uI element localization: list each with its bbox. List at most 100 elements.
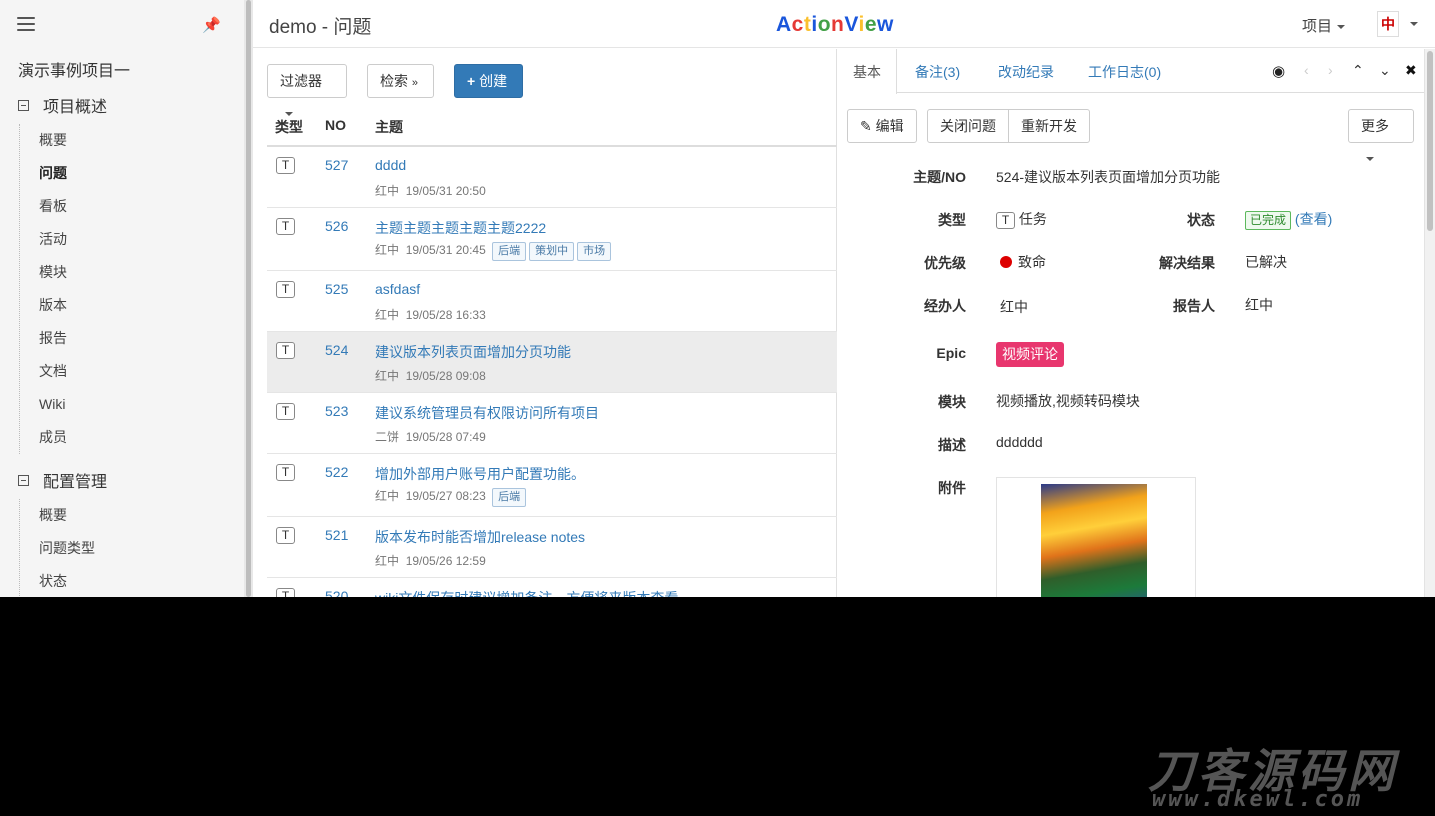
label-tag[interactable]: 后端 (492, 488, 527, 507)
attachment-thumbnail[interactable] (996, 477, 1196, 597)
caret-down-icon (285, 112, 293, 117)
create-button[interactable]: + 创建 (454, 64, 523, 98)
label-tag[interactable]: 市场 (577, 242, 612, 261)
issue-no[interactable]: 527 (325, 157, 348, 173)
sidebar-item-wiki[interactable]: Wiki (20, 388, 220, 421)
project-menu[interactable]: 项目 (1302, 15, 1346, 36)
sidebar-item-members[interactable]: 成员 (20, 421, 220, 454)
value-status: 已完成 (查看) (1245, 209, 1332, 230)
filter-button[interactable]: 过滤器 (267, 64, 347, 117)
col-header-type[interactable]: 类型 (275, 117, 303, 137)
edit-button[interactable]: ✎ 编辑 (847, 109, 917, 143)
tab-worklog[interactable]: 工作日志(0) (1088, 62, 1161, 82)
value-description[interactable]: dddddd (996, 434, 1043, 450)
issue-detail-panel: 基本 备注(3) 改动纪录 工作日志(0) ◉ ‹ › ⌃ ⌄ ✖ ✎ 编辑 关… (838, 49, 1424, 597)
sidebar-item-modules[interactable]: 模块 (20, 256, 220, 289)
sidebar-item-board[interactable]: 看板 (20, 190, 220, 223)
close-icon[interactable]: ✖ (1405, 62, 1417, 79)
chevron-down-icon[interactable]: ⌄ (1379, 62, 1391, 79)
issue-no[interactable]: 521 (325, 527, 348, 543)
sidebar-item-issue-types[interactable]: 问题类型 (20, 532, 220, 565)
issue-no[interactable]: 520 (325, 588, 348, 597)
collapse-icon[interactable] (18, 100, 29, 111)
status-badge: 已完成 (1245, 211, 1292, 230)
tab-notes[interactable]: 备注(3) (915, 62, 960, 82)
menu-icon[interactable] (17, 17, 35, 31)
sidebar-item-config-summary[interactable]: 概要 (20, 499, 220, 532)
avatar[interactable]: 中 (1377, 11, 1399, 37)
issue-meta: 红中 19/05/31 20:50 (375, 184, 486, 198)
sidebar-item-reports[interactable]: 报告 (20, 322, 220, 355)
table-row-selected[interactable]: T 524 建议版本列表页面增加分页功能 红中 19/05/28 09:08 (267, 332, 837, 393)
plus-icon: + (467, 73, 476, 89)
table-row[interactable]: T 527 dddd 红中 19/05/31 20:50 (267, 147, 837, 208)
value-module: 视频播放,视频转码模块 (996, 393, 1140, 409)
project-name[interactable]: 演示事例项目一 (18, 57, 130, 81)
search-button[interactable]: 检索 » (367, 64, 434, 98)
close-issue-button[interactable]: 关闭问题 (927, 109, 1009, 143)
issue-title[interactable]: dddd (375, 157, 406, 173)
issue-title[interactable]: 增加外部用户账号用户配置功能。 (375, 464, 585, 484)
view-status-link[interactable]: (查看) (1295, 211, 1332, 227)
table-row[interactable]: T 521 版本发布时能否增加release notes 红中 19/05/26… (267, 517, 837, 578)
label-epic: Epic (936, 345, 966, 361)
epic-badge: 视频评论 (996, 342, 1064, 367)
caret-down-icon (1366, 157, 1374, 162)
col-header-no[interactable]: NO (325, 117, 346, 133)
issue-title[interactable]: wiki文件保存时建议增加备注，方便将来版本查看 (375, 588, 678, 597)
label-tag[interactable]: 策划中 (529, 242, 575, 261)
sidebar-item-documents[interactable]: 文档 (20, 355, 220, 388)
caret-down-icon[interactable] (1410, 22, 1418, 26)
reopen-button[interactable]: 重新开发 (1008, 109, 1090, 143)
sidebar-scrollbar[interactable] (244, 0, 253, 597)
sidebar-item-issues[interactable]: 问题 (20, 157, 220, 190)
issue-title[interactable]: 主题主题主题主题主题2222 (375, 218, 546, 238)
col-header-title[interactable]: 主题 (375, 117, 403, 137)
issue-no[interactable]: 522 (325, 464, 348, 480)
pencil-icon: ✎ (860, 118, 872, 134)
sidebar-item-activity[interactable]: 活动 (20, 223, 220, 256)
collapse-icon[interactable] (18, 475, 29, 486)
chevron-up-icon[interactable]: ⌃ (1352, 62, 1364, 79)
section-config-header[interactable]: 配置管理 (18, 468, 107, 492)
section-overview-header[interactable]: 项目概述 (18, 93, 107, 117)
table-row[interactable]: T 526 主题主题主题主题主题2222 红中 19/05/31 20:45 后… (267, 208, 837, 271)
sidebar-item-states[interactable]: 状态 (20, 565, 220, 597)
issue-list-panel: 过滤器 检索 » + 创建 类型 NO 主题 T 527 dddd 红中 19/… (253, 49, 837, 597)
label-tag[interactable]: 后端 (492, 242, 527, 261)
issue-title[interactable]: 建议版本列表页面增加分页功能 (375, 342, 571, 362)
detail-tabs: 基本 备注(3) 改动纪录 工作日志(0) ◉ ‹ › ⌃ ⌄ ✖ (838, 49, 1424, 94)
table-row[interactable]: T 525 asfdasf 红中 19/05/28 16:33 (267, 271, 837, 332)
task-type-icon: T (276, 157, 295, 174)
issue-no[interactable]: 524 (325, 342, 348, 358)
chevron-left-icon[interactable]: ‹ (1304, 62, 1309, 78)
chevron-right-icon[interactable]: › (1328, 62, 1333, 78)
tab-changes[interactable]: 改动纪录 (998, 62, 1054, 82)
issue-no[interactable]: 526 (325, 218, 348, 234)
detail-scrollbar[interactable] (1424, 49, 1435, 597)
task-type-icon: T (276, 218, 295, 235)
label-status: 状态 (1187, 212, 1215, 228)
issue-title[interactable]: 版本发布时能否增加release notes (375, 527, 585, 547)
table-row[interactable]: T 523 建议系统管理员有权限访问所有项目 二饼 19/05/28 07:49 (267, 393, 837, 454)
pin-icon[interactable]: 📌 (202, 16, 221, 34)
issue-meta: 红中 19/05/26 12:59 (375, 554, 486, 568)
value-assignee[interactable]: 红中 (1000, 297, 1028, 317)
app-logo[interactable]: ActionView (776, 13, 894, 37)
value-type: T 任务 (996, 209, 1047, 229)
tab-basic[interactable]: 基本 (853, 62, 881, 82)
watermark-url: www.dkewl.com (1152, 787, 1364, 812)
table-row[interactable]: T 522 增加外部用户账号用户配置功能。 红中 19/05/27 08:23 … (267, 454, 837, 517)
value-epic: 视频评论 (996, 342, 1064, 367)
issue-title[interactable]: asfdasf (375, 281, 420, 297)
eye-icon[interactable]: ◉ (1272, 62, 1285, 80)
caret-down-icon (1337, 25, 1346, 30)
table-row[interactable]: T 520 wiki文件保存时建议增加备注，方便将来版本查看 (267, 578, 837, 597)
sidebar-item-versions[interactable]: 版本 (20, 289, 220, 322)
issue-title[interactable]: 建议系统管理员有权限访问所有项目 (375, 403, 599, 423)
sidebar-item-summary[interactable]: 概要 (20, 124, 220, 157)
sidebar: 📌 演示事例项目一 项目概述 概要 问题 看板 活动 模块 版本 报告 文档 W… (0, 0, 244, 597)
issue-no[interactable]: 523 (325, 403, 348, 419)
issue-no[interactable]: 525 (325, 281, 348, 297)
more-button[interactable]: 更多 (1348, 109, 1414, 162)
